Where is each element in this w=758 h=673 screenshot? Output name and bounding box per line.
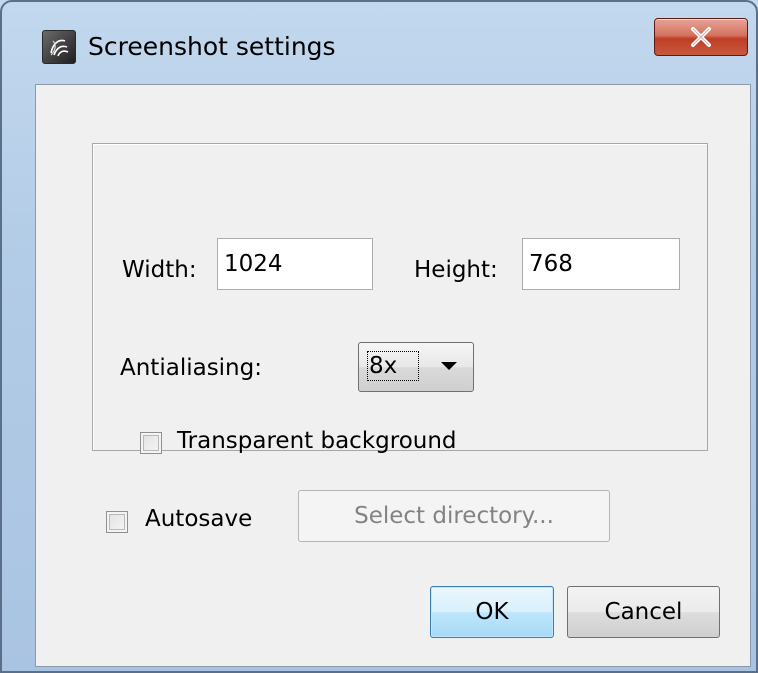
autosave-label[interactable]: Autosave xyxy=(145,504,252,534)
antialiasing-selected-value: 8x xyxy=(369,353,398,379)
ok-button[interactable]: OK xyxy=(430,586,554,638)
chevron-down-icon xyxy=(441,362,457,370)
cancel-button[interactable]: Cancel xyxy=(567,586,720,638)
width-label: Width: xyxy=(122,257,197,283)
height-label: Height: xyxy=(414,257,498,283)
antialiasing-label: Antialiasing: xyxy=(120,355,262,381)
autosave-checkbox[interactable] xyxy=(106,511,128,533)
screenshot-settings-dialog: Screenshot settings Width: 1024 Height: … xyxy=(0,0,758,673)
close-icon xyxy=(691,27,711,47)
title-bar[interactable]: Screenshot settings xyxy=(0,0,758,78)
app-logo-icon xyxy=(42,30,76,64)
antialiasing-dropdown[interactable]: 8x xyxy=(358,342,474,392)
height-input[interactable]: 768 xyxy=(522,238,680,290)
window-title: Screenshot settings xyxy=(88,32,336,61)
screenshot-options-group: Width: 1024 Height: 768 Antialiasing: 8x… xyxy=(92,143,708,454)
transparent-background-checkbox[interactable] xyxy=(140,432,162,454)
width-input[interactable]: 1024 xyxy=(217,238,373,290)
dialog-body: Width: 1024 Height: 768 Antialiasing: 8x… xyxy=(35,84,751,667)
transparent-background-label[interactable]: Transparent background xyxy=(177,426,457,456)
select-directory-button[interactable]: Select directory... xyxy=(298,490,610,542)
close-button[interactable] xyxy=(654,18,748,56)
